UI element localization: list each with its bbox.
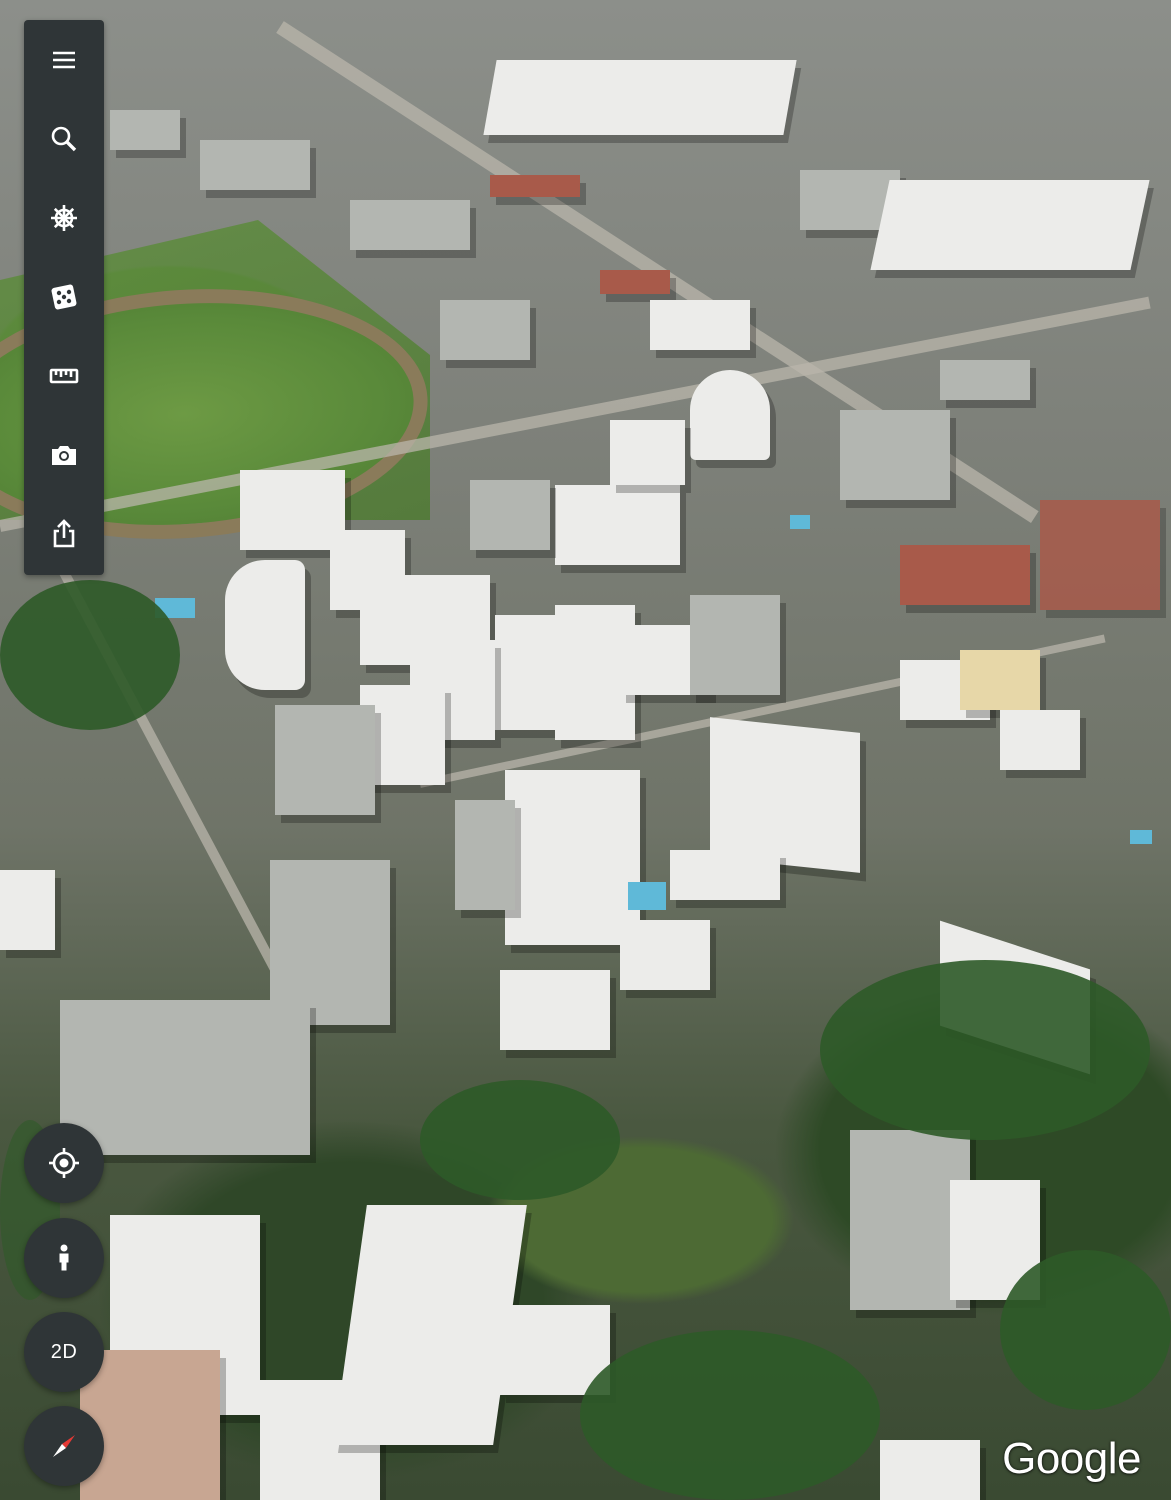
dice-icon (51, 284, 77, 310)
building (620, 920, 710, 990)
building (483, 60, 797, 135)
search-icon (51, 126, 77, 152)
building (0, 870, 55, 950)
building (670, 850, 780, 900)
building (870, 180, 1150, 270)
building (80, 1350, 220, 1500)
side-toolbar (24, 20, 104, 575)
building (940, 360, 1030, 400)
pegman-icon (59, 1244, 69, 1271)
view-toggle-2d-button[interactable]: 2D (24, 1312, 104, 1392)
building (1040, 500, 1160, 610)
ship-wheel-icon (51, 205, 77, 231)
share-button[interactable] (24, 499, 104, 569)
building (500, 970, 610, 1050)
glass-tower (840, 410, 950, 500)
building (1000, 710, 1080, 770)
measure-button[interactable] (24, 341, 104, 411)
trees (580, 1330, 880, 1500)
building (555, 485, 680, 565)
share-icon (53, 519, 75, 548)
building (880, 1440, 980, 1500)
swimming-pool (790, 515, 810, 529)
capture-button[interactable] (24, 420, 104, 490)
building (275, 705, 375, 815)
trees (420, 1080, 620, 1200)
hamburger-menu-icon (53, 51, 75, 69)
trees (0, 580, 180, 730)
building (960, 650, 1040, 710)
long-building (333, 1205, 527, 1445)
compass-icon (53, 1435, 75, 1457)
building (470, 480, 550, 550)
menu-button[interactable] (24, 25, 104, 95)
ruler-icon (49, 368, 79, 384)
search-button[interactable] (24, 104, 104, 174)
building (900, 545, 1030, 605)
crosshair-icon (49, 1148, 79, 1178)
aerial-map-view[interactable] (0, 0, 1171, 1500)
my-location-button[interactable] (24, 1123, 104, 1203)
building (490, 175, 580, 197)
compass-button[interactable] (24, 1406, 104, 1486)
construction-site (60, 1000, 310, 1155)
swimming-pool (628, 882, 666, 910)
building (200, 140, 310, 190)
building (350, 200, 470, 250)
view-toggle-label: 2D (50, 1340, 78, 1363)
trees (820, 960, 1150, 1140)
swimming-pool (1130, 830, 1152, 844)
google-logo: Google (1002, 1434, 1141, 1483)
building (690, 595, 780, 695)
feeling-lucky-button[interactable] (24, 262, 104, 332)
trees (1000, 1250, 1171, 1410)
tower (505, 770, 640, 945)
camera-icon (52, 446, 76, 465)
tower (455, 800, 515, 910)
building (600, 270, 670, 294)
building (225, 560, 305, 690)
voyager-button[interactable] (24, 183, 104, 253)
building (440, 300, 530, 360)
street-view-button[interactable] (24, 1218, 104, 1298)
building (650, 300, 750, 350)
round-tower (690, 370, 770, 460)
building (110, 110, 180, 150)
building (610, 420, 685, 485)
